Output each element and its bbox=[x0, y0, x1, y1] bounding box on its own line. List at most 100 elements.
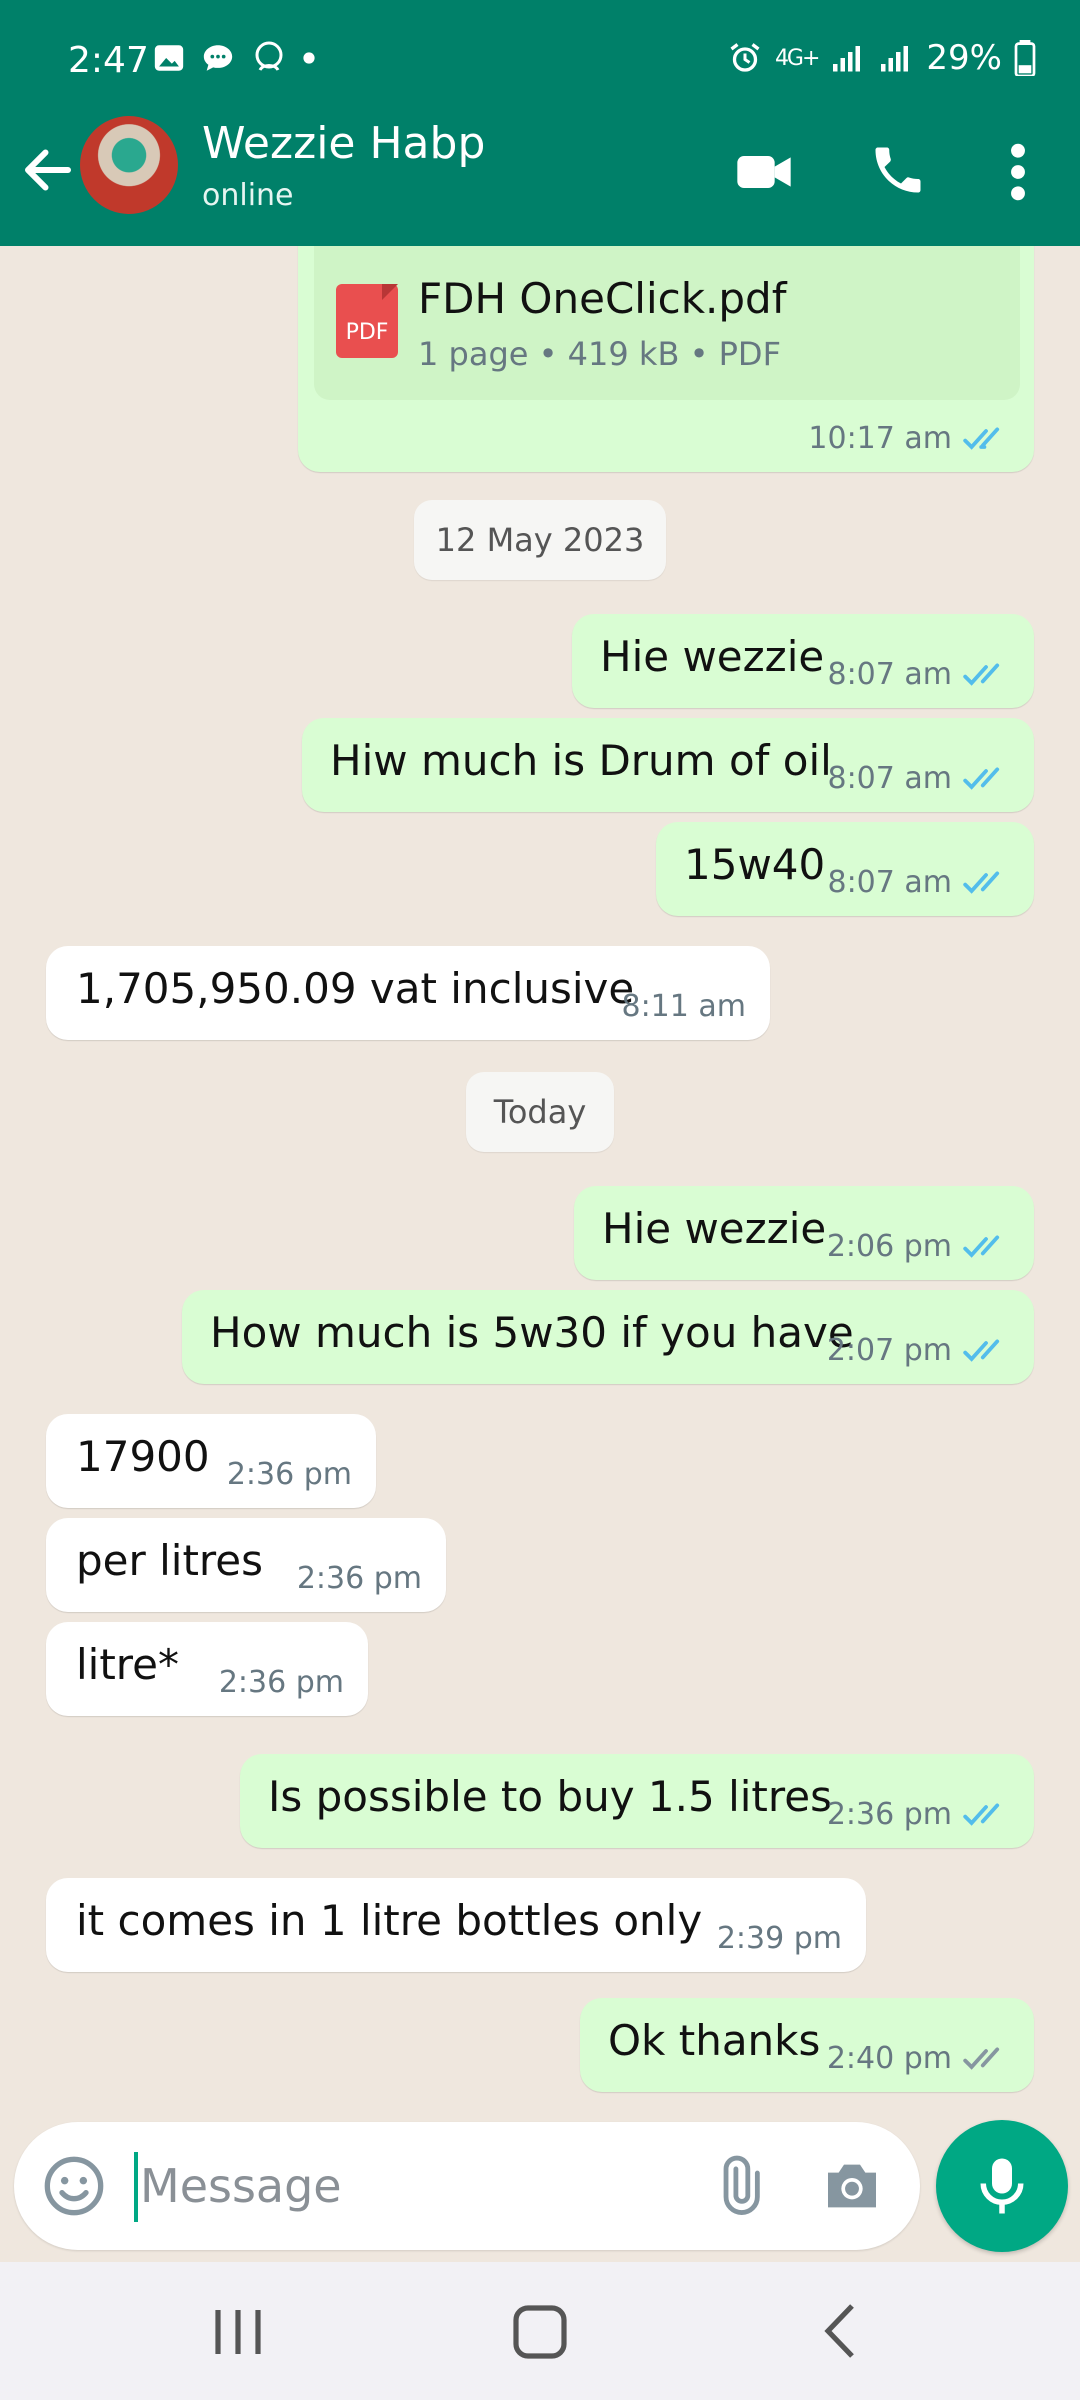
message-time: 2:36 pm bbox=[226, 1457, 352, 1492]
message-text: per litres bbox=[76, 1536, 263, 1585]
message-text: 1,705,950.09 vat inclusive bbox=[76, 964, 635, 1013]
battery-percent: 29% bbox=[926, 38, 1002, 78]
incoming-message[interactable]: per litres 2:36 pm bbox=[46, 1518, 446, 1612]
message-composer bbox=[14, 2122, 920, 2250]
signal-icon bbox=[833, 46, 861, 72]
message-time: 8:07 am bbox=[827, 865, 952, 900]
chat-notification-icon bbox=[203, 45, 233, 71]
outgoing-message[interactable]: Hie wezzie 8:07 am bbox=[572, 614, 1034, 708]
message-meta: 2:07 pm bbox=[827, 1336, 1010, 1366]
message-text: How much is 5w30 if you have bbox=[210, 1308, 854, 1357]
message-text: Ok thanks bbox=[608, 2016, 821, 2065]
signal-icon-2 bbox=[881, 46, 909, 72]
outgoing-message[interactable]: Ok thanks 2:40 pm bbox=[580, 1998, 1034, 2092]
back-nav-icon[interactable] bbox=[802, 2298, 882, 2364]
message-text: 17900 bbox=[76, 1432, 210, 1481]
outgoing-message[interactable]: Is possible to buy 1.5 litres 2:36 pm bbox=[240, 1754, 1034, 1848]
battery-icon bbox=[1014, 40, 1036, 76]
chat-area[interactable]: PDF FDH OneClick.pdf 1 page • 419 kB • P… bbox=[0, 246, 1080, 2126]
status-bar: 2:47 4G+ 29% bbox=[0, 0, 1080, 120]
message-time: 2:36 pm bbox=[826, 1797, 952, 1832]
message-meta: 10:17 am bbox=[808, 424, 1010, 454]
pdf-file-icon: PDF bbox=[336, 284, 398, 358]
contact-status: online bbox=[202, 178, 294, 213]
system-navigation-bar bbox=[0, 2262, 1080, 2400]
chat-header: Wezzie Habp online bbox=[0, 112, 1080, 246]
mic-icon bbox=[980, 2158, 1024, 2214]
message-time: 2:40 pm bbox=[826, 2041, 952, 2076]
outgoing-message[interactable]: Hiw much is Drum of oil 8:07 am bbox=[302, 718, 1034, 812]
text-cursor bbox=[134, 2152, 138, 2222]
read-ticks-icon bbox=[963, 871, 1000, 894]
message-input[interactable] bbox=[140, 2148, 660, 2224]
read-ticks-icon bbox=[963, 1803, 1000, 1826]
message-time: 2:39 pm bbox=[716, 1921, 842, 1956]
message-meta: 8:11 am bbox=[621, 992, 746, 1022]
incoming-message[interactable]: it comes in 1 litre bottles only 2:39 pm bbox=[46, 1878, 866, 1972]
message-time: 2:36 pm bbox=[218, 1665, 344, 1700]
outgoing-message[interactable]: 15w40 8:07 am bbox=[656, 822, 1034, 916]
message-time: 8:07 am bbox=[827, 657, 952, 692]
more-options-icon[interactable] bbox=[1004, 140, 1032, 204]
video-call-icon[interactable] bbox=[732, 140, 796, 204]
camera-icon[interactable] bbox=[820, 2154, 884, 2218]
status-time: 2:47 bbox=[68, 40, 149, 81]
incoming-message[interactable]: 1,705,950.09 vat inclusive 8:11 am bbox=[46, 946, 770, 1040]
date-chip: Today bbox=[466, 1072, 614, 1152]
recent-apps-icon[interactable] bbox=[198, 2298, 278, 2364]
app-header: 2:47 4G+ 29% Wezzie Habp online bbox=[0, 0, 1080, 246]
notification-icons bbox=[152, 40, 316, 76]
emoji-icon[interactable] bbox=[42, 2154, 106, 2218]
document-file-name: FDH OneClick.pdf bbox=[418, 274, 787, 323]
document-card[interactable]: PDF FDH OneClick.pdf 1 page • 419 kB • P… bbox=[314, 246, 1020, 400]
home-icon[interactable] bbox=[500, 2298, 580, 2364]
message-text: Hiw much is Drum of oil bbox=[330, 736, 832, 785]
message-time: 8:11 am bbox=[621, 989, 746, 1024]
message-meta: 2:36 pm bbox=[227, 1460, 352, 1490]
message-time: 2:07 pm bbox=[826, 1333, 952, 1368]
message-meta: 2:36 pm bbox=[219, 1668, 344, 1698]
avatar[interactable] bbox=[80, 116, 178, 214]
outgoing-message[interactable]: Hie wezzie 2:06 pm bbox=[574, 1186, 1034, 1280]
gallery-notification-icon bbox=[154, 45, 184, 71]
message-meta: 2:36 pm bbox=[827, 1800, 1010, 1830]
message-text: Hie wezzie bbox=[602, 1204, 827, 1253]
message-meta: 8:07 am bbox=[827, 660, 1010, 690]
message-meta: 2:06 pm bbox=[827, 1232, 1010, 1262]
message-text: it comes in 1 litre bottles only bbox=[76, 1896, 703, 1945]
message-text: 15w40 bbox=[684, 840, 826, 889]
message-meta: 2:36 pm bbox=[297, 1564, 422, 1594]
incoming-message[interactable]: 17900 2:36 pm bbox=[46, 1414, 376, 1508]
message-time: 2:06 pm bbox=[826, 1229, 952, 1264]
message-meta: 2:39 pm bbox=[717, 1924, 842, 1954]
read-ticks-icon bbox=[963, 1235, 1000, 1258]
read-ticks-icon bbox=[963, 767, 1000, 790]
phone-icon[interactable] bbox=[868, 140, 928, 200]
delivered-ticks-icon bbox=[963, 2047, 1000, 2070]
message-meta: 2:40 pm bbox=[827, 2044, 1010, 2074]
message-text: litre* bbox=[76, 1640, 179, 1689]
document-file-info: 1 page • 419 kB • PDF bbox=[418, 335, 781, 373]
date-chip-text: 12 May 2023 bbox=[435, 521, 645, 559]
contact-name[interactable]: Wezzie Habp bbox=[202, 118, 485, 169]
read-ticks-icon bbox=[963, 427, 1000, 450]
document-message[interactable]: PDF FDH OneClick.pdf 1 page • 419 kB • P… bbox=[298, 246, 1034, 472]
message-time: 10:17 am bbox=[808, 421, 952, 456]
alarm-icon bbox=[730, 43, 760, 72]
read-ticks-icon bbox=[963, 1339, 1000, 1362]
message-text: Is possible to buy 1.5 litres bbox=[268, 1772, 832, 1821]
message-time: 2:36 pm bbox=[296, 1561, 422, 1596]
incoming-message[interactable]: litre* 2:36 pm bbox=[46, 1622, 368, 1716]
attach-icon[interactable] bbox=[704, 2152, 772, 2220]
message-meta: 8:07 am bbox=[827, 868, 1010, 898]
message-text: Hie wezzie bbox=[600, 632, 825, 681]
message-time: 8:07 am bbox=[827, 761, 952, 796]
date-chip-text: Today bbox=[493, 1093, 587, 1131]
outgoing-message[interactable]: How much is 5w30 if you have 2:07 pm bbox=[182, 1290, 1034, 1384]
message-meta: 8:07 am bbox=[827, 764, 1010, 794]
read-ticks-icon bbox=[963, 663, 1000, 686]
back-arrow-icon[interactable] bbox=[18, 140, 78, 200]
voice-message-button[interactable] bbox=[936, 2120, 1068, 2252]
system-status: 4G+ 29% bbox=[727, 38, 1036, 78]
dot-icon bbox=[303, 52, 315, 64]
